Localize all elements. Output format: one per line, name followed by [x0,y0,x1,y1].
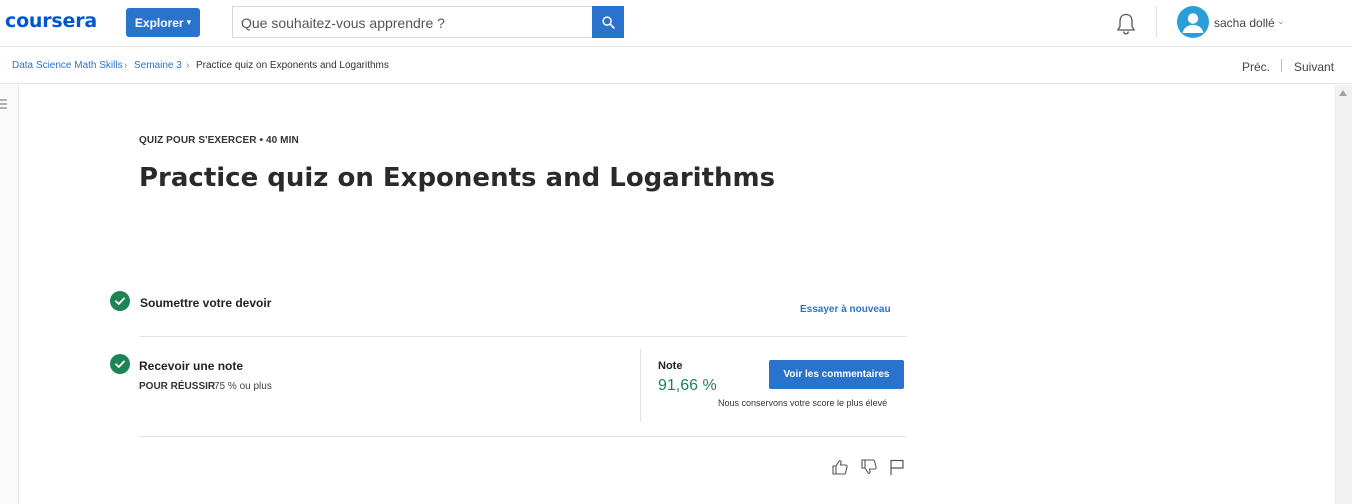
explore-button[interactable]: Explorer ▾ [126,8,200,37]
breadcrumb-separator: › [186,60,190,71]
chevron-down-icon[interactable]: ⌄ [1277,16,1285,27]
search-input[interactable]: Que souhaitez-vous apprendre ? [232,6,592,38]
view-feedback-button[interactable]: Voir les commentaires [769,360,904,389]
bell-icon[interactable] [1115,12,1137,36]
grade-divider [640,349,641,422]
thumbs-down-icon[interactable] [860,458,878,476]
menu-icon[interactable] [0,97,8,111]
breadcrumb-week[interactable]: Semaine 3 [134,60,182,71]
check-circle-icon [110,291,130,311]
coursera-logo[interactable]: coursera [5,10,97,32]
submit-step-title: Soumettre votre devoir [140,296,272,310]
header-divider [1156,6,1157,38]
search-icon [601,15,615,29]
grade-label: Note [658,360,683,372]
next-link[interactable]: Suivant [1294,60,1334,74]
quiz-kicker: QUIZ POUR S'EXERCER • 40 MIN [139,135,299,146]
search-button[interactable] [592,6,624,38]
thumbs-up-icon[interactable] [831,458,849,476]
breadcrumb-course[interactable]: Data Science Math Skills [12,60,123,71]
divider [139,336,907,337]
user-name[interactable]: sacha dollé [1214,16,1275,30]
breadcrumb-bar: Data Science Math Skills › Semaine 3 › P… [0,48,1352,84]
divider [139,436,907,437]
explore-button-label: Explorer [134,15,184,30]
flag-icon[interactable] [888,458,906,476]
chevron-down-icon: ▾ [186,17,192,27]
check-circle-icon [110,354,130,374]
breadcrumb-current: Practice quiz on Exponents and Logarithm… [196,60,389,71]
highest-score-note: Nous conservons votre score le plus élev… [718,398,888,408]
page-title: Practice quiz on Exponents and Logarithm… [139,163,776,193]
left-rail [0,85,19,504]
nav-divider [1281,59,1282,72]
pass-requirement-label: POUR RÉUSSIR [139,381,216,392]
vertical-scrollbar[interactable] [1335,85,1352,504]
scroll-up-arrow-icon[interactable] [1339,90,1347,96]
retry-link[interactable]: Essayer à nouveau [800,304,891,315]
top-navigation-bar: coursera Explorer ▾ Que souhaitez-vous a… [0,0,1352,47]
grade-step-title: Recevoir une note [139,359,244,373]
pass-requirement-value: 75 % ou plus [214,381,272,392]
grade-value: 91,66 % [658,377,717,394]
avatar-icon[interactable] [1177,6,1209,38]
previous-link[interactable]: Préc. [1242,60,1270,74]
breadcrumb-separator: › [124,60,128,71]
